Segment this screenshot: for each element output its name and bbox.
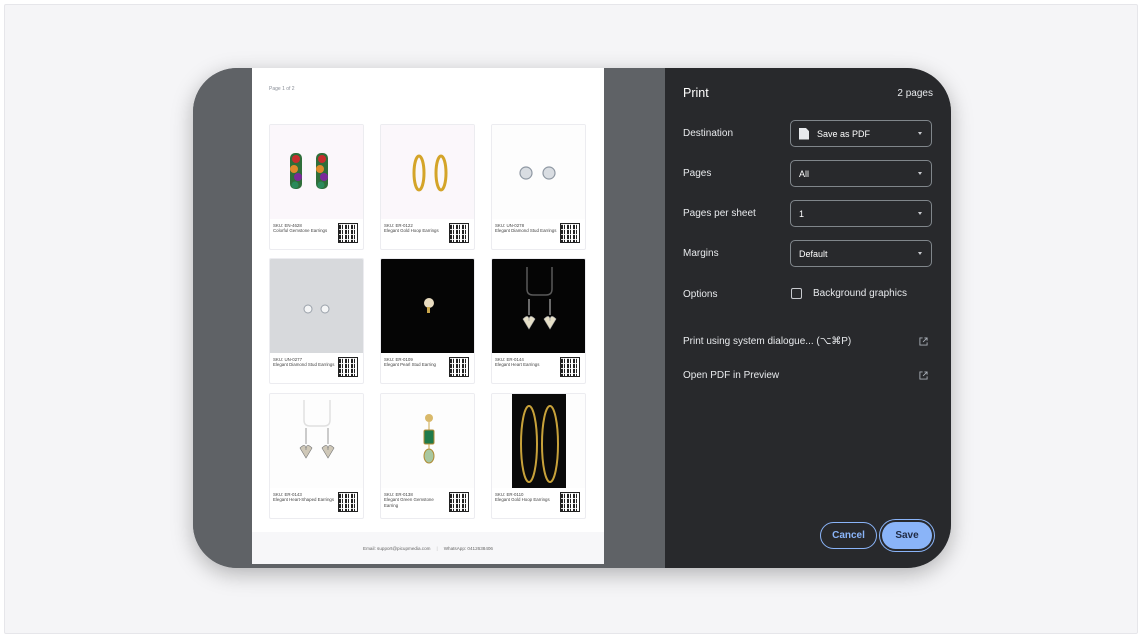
product-name: Elegant Gold Hoop Earrings — [495, 497, 550, 503]
product-name: Elegant Pearl Stud Earring — [384, 362, 436, 368]
product-photo — [381, 259, 474, 353]
preview-sheet: Page 1 of 2 SKU: EN-4628 Colorful Gemsto… — [252, 68, 604, 564]
qr-code-icon — [560, 492, 580, 512]
margins-label: Margins — [683, 248, 719, 259]
background-graphics-label[interactable]: Background graphics — [813, 288, 907, 299]
document-icon — [799, 127, 809, 140]
print-dialog: Page 1 of 2 SKU: EN-4628 Colorful Gemsto… — [193, 68, 951, 568]
pages-label: Pages — [683, 168, 712, 179]
page-label: Page 1 of 2 — [269, 86, 295, 92]
qr-code-icon — [449, 223, 469, 243]
qr-code-icon — [338, 357, 358, 377]
panel-title: Print — [683, 86, 709, 100]
product-name: Colorful Gemstone Earrings — [273, 228, 328, 234]
qr-code-icon — [560, 357, 580, 377]
pages-per-sheet-select[interactable]: 1 — [790, 200, 932, 227]
product-card: SKU: ER-0122 Elegant Gold Hoop Earrings — [380, 124, 475, 250]
page-count: 2 pages — [897, 88, 933, 99]
destination-value: Save as PDF — [817, 128, 871, 139]
product-photo — [270, 125, 363, 219]
qr-code-icon — [338, 492, 358, 512]
product-photo — [492, 125, 585, 219]
qr-code-icon — [449, 492, 469, 512]
product-name: Elegant Diamond Stud Earrings — [495, 228, 557, 234]
background-graphics-checkbox[interactable] — [791, 288, 802, 299]
chevron-down-icon — [918, 132, 922, 135]
product-card: SKU: ER-0110 Elegant Gold Hoop Earrings — [491, 393, 586, 519]
margins-select[interactable]: Default — [790, 240, 932, 267]
product-name: Elegant Heart-Shaped Earrings — [273, 497, 335, 503]
product-photo — [381, 125, 474, 219]
product-name: Elegant Heart Earrings — [495, 362, 540, 368]
chevron-down-icon — [918, 212, 922, 215]
cancel-button[interactable]: Cancel — [820, 522, 877, 549]
chevron-down-icon — [918, 172, 922, 175]
options-label: Options — [683, 289, 718, 300]
product-photo — [492, 394, 585, 488]
print-settings-panel: Print 2 pages Destination Save as PDF Pa… — [665, 68, 951, 568]
destination-label: Destination — [683, 128, 734, 139]
product-name: Elegant Diamond Stud Earrings — [273, 362, 335, 368]
product-card: SKU: EN-4628 Colorful Gemstone Earrings — [269, 124, 364, 250]
open-external-icon[interactable] — [919, 337, 928, 346]
product-name: Elegant Gold Hoop Earrings — [384, 228, 439, 234]
product-name: Elegant Green Gemstone Earring — [384, 497, 434, 508]
print-preview-area[interactable]: Page 1 of 2 SKU: EN-4628 Colorful Gemsto… — [193, 68, 665, 568]
system-dialogue-link[interactable]: Print using system dialogue... (⌥⌘P) — [683, 336, 851, 347]
qr-code-icon — [449, 357, 469, 377]
product-card: SKU: ER-0144 Elegant Heart Earrings — [491, 258, 586, 384]
destination-select[interactable]: Save as PDF — [790, 120, 932, 147]
product-photo — [270, 259, 363, 353]
product-card: SKU: ER-0138 Elegant Green Gemstone Earr… — [380, 393, 475, 519]
product-card: SKU: ER-0109 Elegant Pearl Stud Earring — [380, 258, 475, 384]
open-pdf-preview-link[interactable]: Open PDF in Preview — [683, 370, 779, 381]
product-photo — [381, 394, 474, 488]
product-card: SKU: UN-0277 Elegant Diamond Stud Earrin… — [269, 258, 364, 384]
pages-select[interactable]: All — [790, 160, 932, 187]
sheet-footer: Email: support@picupmedia.com | WhatsApp… — [252, 532, 604, 564]
pages-per-sheet-label: Pages per sheet — [683, 208, 756, 219]
footer-separator: | — [436, 545, 438, 551]
open-external-icon[interactable] — [919, 371, 928, 380]
pages-value: All — [799, 168, 810, 179]
margins-value: Default — [799, 248, 828, 259]
product-card: SKU: UN-0278 Elegant Diamond Stud Earrin… — [491, 124, 586, 250]
product-card: SKU: ER-0143 Elegant Heart-Shaped Earrin… — [269, 393, 364, 519]
footer-email: Email: support@picupmedia.com — [363, 545, 431, 551]
product-photo — [492, 259, 585, 353]
qr-code-icon — [560, 223, 580, 243]
save-button[interactable]: Save — [882, 522, 932, 549]
pages-per-sheet-value: 1 — [799, 208, 805, 219]
product-photo — [270, 394, 363, 488]
chevron-down-icon — [918, 252, 922, 255]
footer-whatsapp: WhatsApp: 0412638406 — [443, 545, 493, 551]
qr-code-icon — [338, 223, 358, 243]
